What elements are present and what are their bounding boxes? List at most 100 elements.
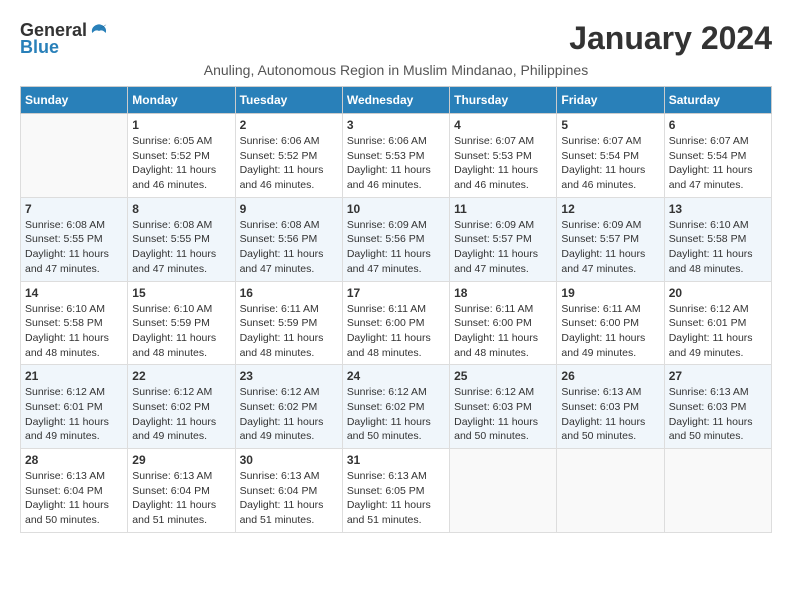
day-info: Sunrise: 6:06 AMSunset: 5:52 PMDaylight:… — [240, 134, 338, 193]
day-info: Sunrise: 6:05 AMSunset: 5:52 PMDaylight:… — [132, 134, 230, 193]
calendar-cell: 14 Sunrise: 6:10 AMSunset: 5:58 PMDayligh… — [21, 281, 128, 365]
calendar-cell: 5 Sunrise: 6:07 AMSunset: 5:54 PMDaylight… — [557, 114, 664, 198]
day-info: Sunrise: 6:08 AMSunset: 5:55 PMDaylight:… — [132, 218, 230, 277]
weekday-header-friday: Friday — [557, 87, 664, 114]
calendar-cell: 15 Sunrise: 6:10 AMSunset: 5:59 PMDayligh… — [128, 281, 235, 365]
calendar-cell: 4Sunrise: 6:07 AMSunset: 5:53 PMDaylight… — [450, 114, 557, 198]
day-info: Sunrise: 6:11 AMSunset: 6:00 PMDaylight:… — [561, 302, 659, 361]
day-number: 28 — [25, 453, 123, 467]
calendar-cell: 28 Sunrise: 6:13 AMSunset: 6:04 PMDayligh… — [21, 449, 128, 533]
calendar-table: SundayMondayTuesdayWednesdayThursdayFrid… — [20, 86, 772, 533]
logo: General Blue — [20, 20, 109, 58]
weekday-header-wednesday: Wednesday — [342, 87, 449, 114]
day-info: Sunrise: 6:10 AMSunset: 5:58 PMDaylight:… — [669, 218, 767, 277]
calendar-cell: 13Sunrise: 6:10 AMSunset: 5:58 PMDayligh… — [664, 197, 771, 281]
day-number: 18 — [454, 286, 552, 300]
day-number: 1 — [132, 118, 230, 132]
calendar-cell: 9Sunrise: 6:08 AMSunset: 5:56 PMDaylight… — [235, 197, 342, 281]
day-number: 16 — [240, 286, 338, 300]
page-header: General Blue January 2024 — [20, 20, 772, 58]
day-info: Sunrise: 6:12 AMSunset: 6:01 PMDaylight:… — [25, 385, 123, 444]
day-info: Sunrise: 6:09 AMSunset: 5:57 PMDaylight:… — [454, 218, 552, 277]
calendar-cell: 3 Sunrise: 6:06 AMSunset: 5:53 PMDaylight… — [342, 114, 449, 198]
day-number: 9 — [240, 202, 338, 216]
day-number: 14 — [25, 286, 123, 300]
day-info: Sunrise: 6:10 AMSunset: 5:58 PMDaylight:… — [25, 302, 123, 361]
calendar-cell: 16 Sunrise: 6:11 AMSunset: 5:59 PMDayligh… — [235, 281, 342, 365]
day-number: 7 — [25, 202, 123, 216]
calendar-week-row: 1 Sunrise: 6:05 AMSunset: 5:52 PMDaylight… — [21, 114, 772, 198]
calendar-cell: 2 Sunrise: 6:06 AMSunset: 5:52 PMDaylight… — [235, 114, 342, 198]
calendar-subtitle: Anuling, Autonomous Region in Muslim Min… — [20, 62, 772, 78]
calendar-cell: 27 Sunrise: 6:13 AMSunset: 6:03 PMDayligh… — [664, 365, 771, 449]
day-number: 26 — [561, 369, 659, 383]
calendar-cell: 10Sunrise: 6:09 AMSunset: 5:56 PMDayligh… — [342, 197, 449, 281]
day-info: Sunrise: 6:08 AMSunset: 5:55 PMDaylight:… — [25, 218, 123, 277]
calendar-cell: 8 Sunrise: 6:08 AMSunset: 5:55 PMDaylight… — [128, 197, 235, 281]
day-info: Sunrise: 6:09 AMSunset: 5:57 PMDaylight:… — [561, 218, 659, 277]
calendar-cell: 7 Sunrise: 6:08 AMSunset: 5:55 PMDaylight… — [21, 197, 128, 281]
day-info: Sunrise: 6:07 AMSunset: 5:54 PMDaylight:… — [669, 134, 767, 193]
day-info: Sunrise: 6:06 AMSunset: 5:53 PMDaylight:… — [347, 134, 445, 193]
calendar-cell: 1 Sunrise: 6:05 AMSunset: 5:52 PMDaylight… — [128, 114, 235, 198]
day-number: 24 — [347, 369, 445, 383]
calendar-cell: 31 Sunrise: 6:13 AMSunset: 6:05 PMDayligh… — [342, 449, 449, 533]
calendar-week-row: 28 Sunrise: 6:13 AMSunset: 6:04 PMDayligh… — [21, 449, 772, 533]
day-number: 25 — [454, 369, 552, 383]
day-number: 29 — [132, 453, 230, 467]
calendar-cell — [450, 449, 557, 533]
day-info: Sunrise: 6:10 AMSunset: 5:59 PMDaylight:… — [132, 302, 230, 361]
day-info: Sunrise: 6:13 AMSunset: 6:03 PMDaylight:… — [669, 385, 767, 444]
month-title: January 2024 — [569, 20, 772, 57]
day-number: 6 — [669, 118, 767, 132]
calendar-cell: 11 Sunrise: 6:09 AMSunset: 5:57 PMDayligh… — [450, 197, 557, 281]
day-number: 30 — [240, 453, 338, 467]
day-number: 22 — [132, 369, 230, 383]
day-number: 11 — [454, 202, 552, 216]
day-info: Sunrise: 6:13 AMSunset: 6:05 PMDaylight:… — [347, 469, 445, 528]
calendar-cell: 24 Sunrise: 6:12 AMSunset: 6:02 PMDayligh… — [342, 365, 449, 449]
day-number: 2 — [240, 118, 338, 132]
day-number: 8 — [132, 202, 230, 216]
day-info: Sunrise: 6:13 AMSunset: 6:03 PMDaylight:… — [561, 385, 659, 444]
day-number: 23 — [240, 369, 338, 383]
day-number: 27 — [669, 369, 767, 383]
calendar-week-row: 21 Sunrise: 6:12 AMSunset: 6:01 PMDayligh… — [21, 365, 772, 449]
calendar-cell: 22 Sunrise: 6:12 AMSunset: 6:02 PMDayligh… — [128, 365, 235, 449]
day-number: 5 — [561, 118, 659, 132]
day-number: 15 — [132, 286, 230, 300]
day-info: Sunrise: 6:11 AMSunset: 5:59 PMDaylight:… — [240, 302, 338, 361]
day-number: 21 — [25, 369, 123, 383]
calendar-week-row: 14 Sunrise: 6:10 AMSunset: 5:58 PMDayligh… — [21, 281, 772, 365]
calendar-header-row: SundayMondayTuesdayWednesdayThursdayFrid… — [21, 87, 772, 114]
weekday-header-sunday: Sunday — [21, 87, 128, 114]
logo-bird-icon — [89, 21, 109, 41]
day-info: Sunrise: 6:07 AMSunset: 5:54 PMDaylight:… — [561, 134, 659, 193]
calendar-cell: 20Sunrise: 6:12 AMSunset: 6:01 PMDayligh… — [664, 281, 771, 365]
weekday-header-thursday: Thursday — [450, 87, 557, 114]
day-number: 31 — [347, 453, 445, 467]
day-number: 4 — [454, 118, 552, 132]
calendar-cell: 19 Sunrise: 6:11 AMSunset: 6:00 PMDayligh… — [557, 281, 664, 365]
day-info: Sunrise: 6:12 AMSunset: 6:02 PMDaylight:… — [240, 385, 338, 444]
calendar-cell: 23 Sunrise: 6:12 AMSunset: 6:02 PMDayligh… — [235, 365, 342, 449]
day-number: 3 — [347, 118, 445, 132]
day-info: Sunrise: 6:13 AMSunset: 6:04 PMDaylight:… — [25, 469, 123, 528]
calendar-cell: 21 Sunrise: 6:12 AMSunset: 6:01 PMDayligh… — [21, 365, 128, 449]
weekday-header-saturday: Saturday — [664, 87, 771, 114]
day-number: 19 — [561, 286, 659, 300]
calendar-cell: 26 Sunrise: 6:13 AMSunset: 6:03 PMDayligh… — [557, 365, 664, 449]
calendar-cell: 29Sunrise: 6:13 AMSunset: 6:04 PMDayligh… — [128, 449, 235, 533]
calendar-cell — [664, 449, 771, 533]
calendar-cell — [557, 449, 664, 533]
day-info: Sunrise: 6:13 AMSunset: 6:04 PMDaylight:… — [240, 469, 338, 528]
day-info: Sunrise: 6:12 AMSunset: 6:02 PMDaylight:… — [132, 385, 230, 444]
weekday-header-tuesday: Tuesday — [235, 87, 342, 114]
calendar-cell: 6 Sunrise: 6:07 AMSunset: 5:54 PMDaylight… — [664, 114, 771, 198]
day-number: 12 — [561, 202, 659, 216]
calendar-cell: 17 Sunrise: 6:11 AMSunset: 6:00 PMDayligh… — [342, 281, 449, 365]
day-number: 17 — [347, 286, 445, 300]
day-info: Sunrise: 6:12 AMSunset: 6:02 PMDaylight:… — [347, 385, 445, 444]
day-info: Sunrise: 6:11 AMSunset: 6:00 PMDaylight:… — [347, 302, 445, 361]
calendar-cell — [21, 114, 128, 198]
